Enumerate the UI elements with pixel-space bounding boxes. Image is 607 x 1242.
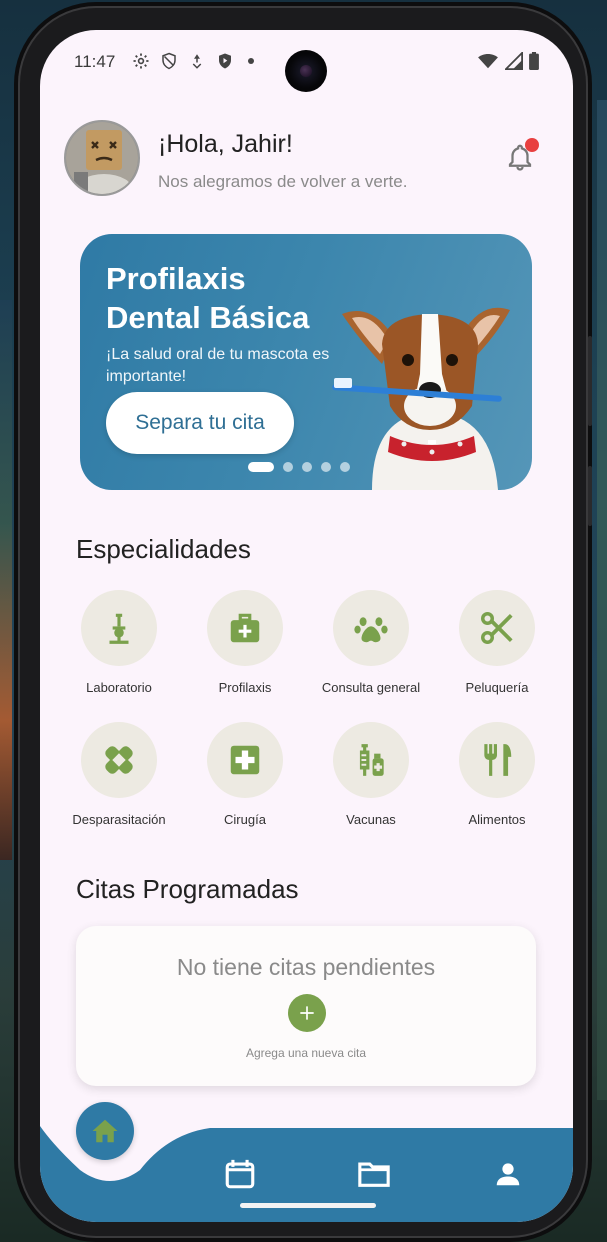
book-appointment-button[interactable]: Separa tu cita — [106, 392, 294, 454]
specialty-label: Alimentos — [468, 812, 526, 827]
appointments-empty-message: No tiene citas pendientes — [176, 954, 436, 980]
status-time: 11:47 — [74, 52, 116, 71]
appointments-card: No tiene citas pendientes Agrega una nue… — [76, 926, 536, 1086]
nav-folder[interactable] — [354, 1154, 394, 1194]
location-icon — [192, 54, 202, 69]
power-button — [588, 466, 592, 526]
home-indicator[interactable] — [240, 1203, 376, 1208]
specialty-laboratorio[interactable]: Laboratorio — [64, 590, 174, 695]
front-camera — [285, 50, 327, 92]
dog-toothbrush-illustration — [332, 307, 510, 490]
folder-icon — [358, 1162, 390, 1187]
nav-calendar[interactable] — [220, 1154, 260, 1194]
carousel-dot[interactable] — [321, 462, 331, 472]
specialty-consulta-general[interactable]: Consulta general — [316, 590, 426, 695]
specialty-profilaxis[interactable]: Profilaxis — [190, 590, 300, 695]
home-icon — [92, 1119, 118, 1143]
notification-badge — [525, 138, 539, 152]
header: ¡Hola, Jahir! Nos alegramos de volver a … — [64, 120, 549, 200]
promo-banner[interactable]: Profilaxis Dental Básica ¡La salud oral … — [80, 234, 532, 490]
carousel-dot[interactable] — [340, 462, 350, 472]
specialty-label: Desparasitación — [72, 812, 166, 827]
specialty-label: Laboratorio — [86, 680, 152, 695]
specialty-desparasitacion[interactable]: Desparasitación — [64, 722, 174, 827]
specialty-label: Cirugía — [224, 812, 266, 827]
carousel-dot[interactable] — [302, 462, 312, 472]
microscope-icon — [109, 613, 129, 644]
specialty-alimentos[interactable]: Alimentos — [442, 722, 552, 827]
background-edge-left — [0, 300, 12, 860]
specialty-peluqueria[interactable]: Peluquería — [442, 590, 552, 695]
appointments-title: Citas Programadas — [76, 874, 299, 904]
add-appointment-button[interactable] — [288, 994, 326, 1032]
greeting-title: ¡Hola, Jahir! — [158, 130, 293, 158]
specialty-cirugia[interactable]: Cirugía — [190, 722, 300, 827]
bandage-icon — [105, 746, 133, 774]
specialty-label: Consulta general — [321, 680, 421, 695]
background-edge-right — [597, 100, 607, 1100]
battery-icon — [529, 52, 539, 70]
nav-profile[interactable] — [488, 1154, 528, 1194]
scissors-icon — [481, 612, 513, 644]
greeting-subtitle: Nos alegramos de volver a verte. — [158, 172, 408, 191]
calendar-icon — [225, 1159, 255, 1189]
status-dot — [248, 58, 254, 64]
medical-cross-icon — [230, 745, 260, 775]
shield-icon — [162, 52, 176, 70]
banner-title: Profilaxis Dental Básica — [106, 261, 310, 335]
utensils-icon — [484, 744, 512, 776]
specialty-label: Peluquería — [465, 680, 529, 695]
banner-subtitle: ¡La salud oral de tu mascota es importan… — [106, 346, 330, 386]
syringe-vial-icon — [359, 744, 384, 776]
nav-home[interactable] — [76, 1102, 134, 1160]
wifi-icon — [478, 54, 498, 69]
paw-icon — [354, 617, 388, 643]
avatar-image — [66, 122, 138, 194]
specialty-label: Vacunas — [346, 812, 396, 827]
signal-icon — [505, 52, 523, 70]
plus-icon — [300, 1006, 314, 1020]
specialty-vacunas[interactable]: Vacunas — [316, 722, 426, 827]
status-icons-right — [477, 52, 539, 70]
medical-kit-icon — [230, 613, 260, 643]
user-icon — [496, 1163, 520, 1186]
app-screen: 11:47 ¡Hola, Jahir! Nos alegramos de vol… — [40, 30, 573, 1222]
status-bar: 11:47 — [40, 30, 573, 94]
bottom-navigation — [40, 1102, 573, 1222]
avatar[interactable] — [64, 120, 140, 196]
play-shield-icon — [219, 53, 231, 69]
add-appointment-hint: Agrega una nueva cita — [245, 1046, 367, 1060]
specialty-label: Profilaxis — [218, 680, 272, 695]
volume-button — [588, 336, 592, 426]
specialties-title: Especialidades — [76, 534, 251, 564]
carousel-dot[interactable] — [248, 462, 274, 472]
carousel-dot[interactable] — [283, 462, 293, 472]
settings-icon — [133, 53, 149, 69]
status-icons-left — [132, 52, 254, 70]
carousel-indicator — [248, 462, 350, 472]
